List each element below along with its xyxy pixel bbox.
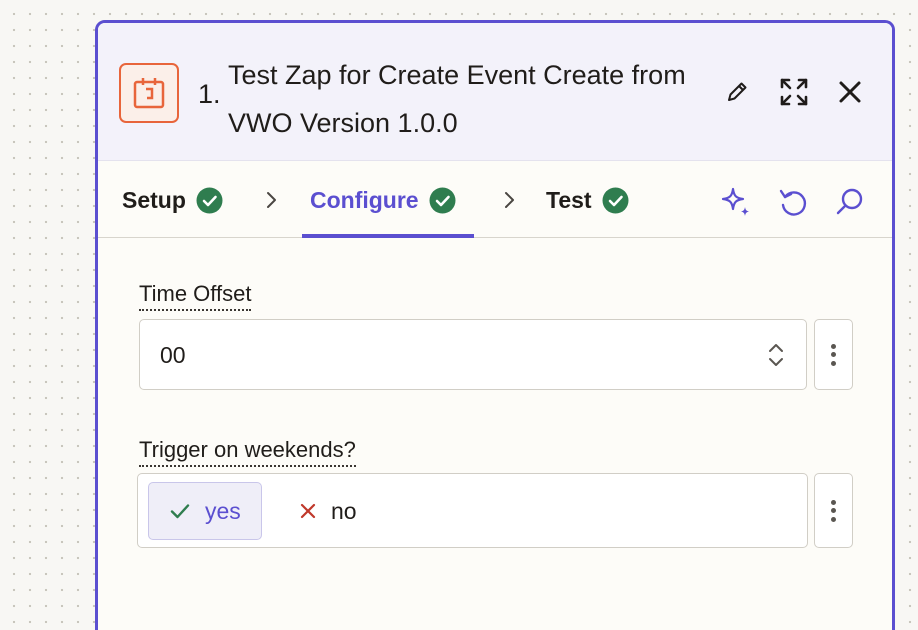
- option-no[interactable]: no: [279, 482, 377, 540]
- trigger-weekends-more-button[interactable]: [814, 473, 853, 548]
- tab-configure[interactable]: Configure: [310, 162, 456, 238]
- sparkle-icon[interactable]: [718, 184, 754, 220]
- tab-label: Setup: [122, 186, 186, 213]
- tab-setup[interactable]: Setup: [122, 162, 223, 238]
- active-tab-indicator: [302, 234, 474, 238]
- expand-icon[interactable]: [775, 73, 813, 111]
- time-offset-select[interactable]: 00: [139, 319, 807, 390]
- step-title: Test Zap for Create Event Create from VW…: [228, 60, 686, 138]
- chevron-right-icon: [505, 192, 514, 208]
- x-icon: [300, 503, 316, 519]
- more-vertical-icon: [831, 340, 836, 369]
- trigger-weekends-toggle: yes no: [137, 473, 808, 548]
- calendar-clock-icon: [119, 63, 179, 123]
- check-icon: [170, 504, 190, 519]
- time-offset-label: Time Offset: [139, 281, 252, 311]
- option-no-label: no: [331, 497, 357, 524]
- step-header: 1. Test Zap for Create Event Create from…: [98, 23, 892, 161]
- trigger-weekends-label: Trigger on weekends?: [139, 437, 356, 467]
- step-panel: 1. Test Zap for Create Event Create from…: [95, 20, 895, 630]
- undo-icon[interactable]: [775, 184, 811, 220]
- pencil-icon[interactable]: [718, 73, 756, 111]
- tab-label: Test: [546, 186, 592, 213]
- search-icon[interactable]: [831, 184, 867, 220]
- option-yes-label: yes: [205, 497, 241, 524]
- check-circle-icon: [429, 187, 456, 213]
- check-circle-icon: [196, 187, 223, 213]
- chevron-right-icon: [267, 192, 276, 208]
- check-circle-icon: [602, 187, 629, 213]
- tab-test[interactable]: Test: [546, 162, 629, 238]
- time-offset-more-button[interactable]: [814, 319, 853, 390]
- time-offset-value: 00: [160, 342, 186, 368]
- up-down-chevron-icon[interactable]: [766, 340, 786, 370]
- step-tabs: Setup Configure Test: [98, 162, 892, 238]
- close-icon[interactable]: [831, 73, 869, 111]
- step-number: 1.: [198, 79, 221, 109]
- more-vertical-icon: [831, 496, 836, 525]
- tab-label: Configure: [310, 186, 419, 213]
- option-yes[interactable]: yes: [148, 482, 262, 540]
